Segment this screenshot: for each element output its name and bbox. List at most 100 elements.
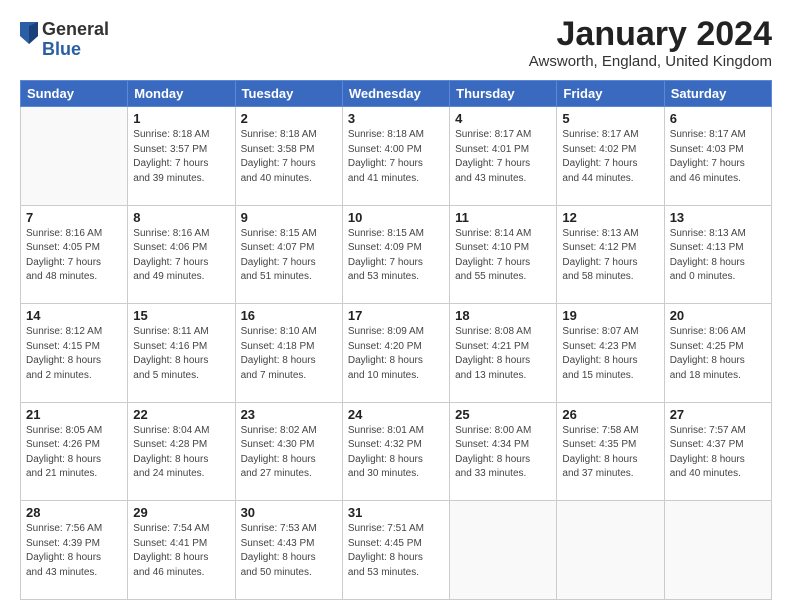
month-title: January 2024 <box>529 16 772 53</box>
day-number: 12 <box>562 210 658 225</box>
calendar-cell: 20Sunrise: 8:06 AMSunset: 4:25 PMDayligh… <box>664 304 771 403</box>
day-number: 9 <box>241 210 337 225</box>
calendar-cell: 19Sunrise: 8:07 AMSunset: 4:23 PMDayligh… <box>557 304 664 403</box>
day-info: Sunrise: 8:00 AMSunset: 4:34 PMDaylight:… <box>455 424 551 482</box>
calendar-cell: 10 Sunrise: 8:15 AMSunset: 4:09 PMDayligh… <box>342 205 449 304</box>
calendar-cell: 31 Sunrise: 7:51 AMSunset: 4:45 PMDayligh… <box>342 501 449 600</box>
day-info: Sunrise: 7:53 AMSunset: 4:43 PMDaylight:… <box>241 522 337 580</box>
day-number: 10 <box>348 210 444 225</box>
day-info: Sunrise: 7:57 AMSunset: 4:37 PMDaylight:… <box>670 424 766 482</box>
day-info: Sunrise: 8:01 AMSunset: 4:32 PMDaylight:… <box>348 424 444 482</box>
calendar-cell: 17 Sunrise: 8:09 AMSunset: 4:20 PMDayligh… <box>342 304 449 403</box>
day-info: Sunrise: 8:10 AMSunset: 4:18 PMDaylight:… <box>241 325 337 383</box>
calendar-header-tuesday: Tuesday <box>235 81 342 107</box>
day-info: Sunrise: 7:58 AMSunset: 4:35 PMDaylight:… <box>562 424 658 482</box>
calendar-cell: 25 Sunrise: 8:00 AMSunset: 4:34 PMDayligh… <box>450 402 557 501</box>
calendar-week-row: 21Sunrise: 8:05 AMSunset: 4:26 PMDayligh… <box>21 402 772 501</box>
page: General Blue January 2024 Awsworth, Engl… <box>0 0 792 612</box>
logo-icon <box>20 22 38 44</box>
day-info: Sunrise: 8:18 AMSunset: 3:57 PMDaylight:… <box>133 128 229 186</box>
calendar-cell: 28Sunrise: 7:56 AMSunset: 4:39 PMDayligh… <box>21 501 128 600</box>
day-number: 4 <box>455 111 551 126</box>
day-number: 22 <box>133 407 229 422</box>
calendar-header-saturday: Saturday <box>664 81 771 107</box>
day-info: Sunrise: 8:14 AMSunset: 4:10 PMDaylight:… <box>455 227 551 285</box>
calendar-cell: 18Sunrise: 8:08 AMSunset: 4:21 PMDayligh… <box>450 304 557 403</box>
day-number: 17 <box>348 308 444 323</box>
logo-text: General Blue <box>42 20 109 60</box>
calendar-cell: 22 Sunrise: 8:04 AMSunset: 4:28 PMDayligh… <box>128 402 235 501</box>
day-number: 3 <box>348 111 444 126</box>
day-number: 24 <box>348 407 444 422</box>
title-section: January 2024 Awsworth, England, United K… <box>529 16 772 70</box>
calendar-cell: 24 Sunrise: 8:01 AMSunset: 4:32 PMDayligh… <box>342 402 449 501</box>
calendar-header-row: SundayMondayTuesdayWednesdayThursdayFrid… <box>21 81 772 107</box>
calendar-header-sunday: Sunday <box>21 81 128 107</box>
day-info: Sunrise: 8:09 AMSunset: 4:20 PMDaylight:… <box>348 325 444 383</box>
logo-general-text: General <box>42 20 109 40</box>
day-info: Sunrise: 8:17 AMSunset: 4:02 PMDaylight:… <box>562 128 658 186</box>
day-info: Sunrise: 8:15 AMSunset: 4:07 PMDaylight:… <box>241 227 337 285</box>
day-number: 26 <box>562 407 658 422</box>
day-info: Sunrise: 7:51 AMSunset: 4:45 PMDaylight:… <box>348 522 444 580</box>
calendar-cell: 7 Sunrise: 8:16 AMSunset: 4:05 PMDaylight… <box>21 205 128 304</box>
day-number: 28 <box>26 505 122 520</box>
day-info: Sunrise: 8:18 AMSunset: 3:58 PMDaylight:… <box>241 128 337 186</box>
day-info: Sunrise: 8:15 AMSunset: 4:09 PMDaylight:… <box>348 227 444 285</box>
day-info: Sunrise: 8:02 AMSunset: 4:30 PMDaylight:… <box>241 424 337 482</box>
calendar-cell: 9 Sunrise: 8:15 AMSunset: 4:07 PMDaylight… <box>235 205 342 304</box>
day-number: 13 <box>670 210 766 225</box>
day-info: Sunrise: 8:04 AMSunset: 4:28 PMDaylight:… <box>133 424 229 482</box>
calendar-cell: 6Sunrise: 8:17 AMSunset: 4:03 PMDaylight… <box>664 107 771 206</box>
calendar-cell: 21Sunrise: 8:05 AMSunset: 4:26 PMDayligh… <box>21 402 128 501</box>
location: Awsworth, England, United Kingdom <box>529 53 772 70</box>
day-info: Sunrise: 8:17 AMSunset: 4:03 PMDaylight:… <box>670 128 766 186</box>
calendar-header-monday: Monday <box>128 81 235 107</box>
day-number: 20 <box>670 308 766 323</box>
calendar-cell: 30Sunrise: 7:53 AMSunset: 4:43 PMDayligh… <box>235 501 342 600</box>
day-number: 25 <box>455 407 551 422</box>
calendar-week-row: 28Sunrise: 7:56 AMSunset: 4:39 PMDayligh… <box>21 501 772 600</box>
day-number: 31 <box>348 505 444 520</box>
day-number: 5 <box>562 111 658 126</box>
calendar-week-row: 7 Sunrise: 8:16 AMSunset: 4:05 PMDaylight… <box>21 205 772 304</box>
day-number: 15 <box>133 308 229 323</box>
calendar-week-row: 14 Sunrise: 8:12 AMSunset: 4:15 PMDayligh… <box>21 304 772 403</box>
day-info: Sunrise: 8:08 AMSunset: 4:21 PMDaylight:… <box>455 325 551 383</box>
day-info: Sunrise: 8:11 AMSunset: 4:16 PMDaylight:… <box>133 325 229 383</box>
day-number: 7 <box>26 210 122 225</box>
day-info: Sunrise: 8:13 AMSunset: 4:12 PMDaylight:… <box>562 227 658 285</box>
day-info: Sunrise: 8:16 AMSunset: 4:06 PMDaylight:… <box>133 227 229 285</box>
calendar-cell: 1 Sunrise: 8:18 AMSunset: 3:57 PMDaylight… <box>128 107 235 206</box>
calendar-cell: 4Sunrise: 8:17 AMSunset: 4:01 PMDaylight… <box>450 107 557 206</box>
day-info: Sunrise: 8:12 AMSunset: 4:15 PMDaylight:… <box>26 325 122 383</box>
day-info: Sunrise: 7:54 AMSunset: 4:41 PMDaylight:… <box>133 522 229 580</box>
calendar-header-thursday: Thursday <box>450 81 557 107</box>
calendar-cell: 23Sunrise: 8:02 AMSunset: 4:30 PMDayligh… <box>235 402 342 501</box>
calendar-cell <box>557 501 664 600</box>
calendar-cell: 2 Sunrise: 8:18 AMSunset: 3:58 PMDaylight… <box>235 107 342 206</box>
calendar-cell: 13Sunrise: 8:13 AMSunset: 4:13 PMDayligh… <box>664 205 771 304</box>
day-number: 8 <box>133 210 229 225</box>
calendar-cell: 14 Sunrise: 8:12 AMSunset: 4:15 PMDayligh… <box>21 304 128 403</box>
day-number: 19 <box>562 308 658 323</box>
day-number: 2 <box>241 111 337 126</box>
calendar-week-row: 1 Sunrise: 8:18 AMSunset: 3:57 PMDaylight… <box>21 107 772 206</box>
day-info: Sunrise: 8:05 AMSunset: 4:26 PMDaylight:… <box>26 424 122 482</box>
day-number: 1 <box>133 111 229 126</box>
calendar-table: SundayMondayTuesdayWednesdayThursdayFrid… <box>20 80 772 600</box>
calendar-cell <box>21 107 128 206</box>
header: General Blue January 2024 Awsworth, Engl… <box>20 16 772 70</box>
logo: General Blue <box>20 20 109 60</box>
calendar-cell: 16Sunrise: 8:10 AMSunset: 4:18 PMDayligh… <box>235 304 342 403</box>
logo-blue-text: Blue <box>42 40 109 60</box>
day-number: 14 <box>26 308 122 323</box>
calendar-cell: 3Sunrise: 8:18 AMSunset: 4:00 PMDaylight… <box>342 107 449 206</box>
calendar-cell: 8 Sunrise: 8:16 AMSunset: 4:06 PMDaylight… <box>128 205 235 304</box>
day-info: Sunrise: 8:16 AMSunset: 4:05 PMDaylight:… <box>26 227 122 285</box>
calendar-cell: 15 Sunrise: 8:11 AMSunset: 4:16 PMDayligh… <box>128 304 235 403</box>
day-number: 27 <box>670 407 766 422</box>
calendar-cell: 11 Sunrise: 8:14 AMSunset: 4:10 PMDayligh… <box>450 205 557 304</box>
calendar-cell: 27 Sunrise: 7:57 AMSunset: 4:37 PMDayligh… <box>664 402 771 501</box>
day-number: 11 <box>455 210 551 225</box>
